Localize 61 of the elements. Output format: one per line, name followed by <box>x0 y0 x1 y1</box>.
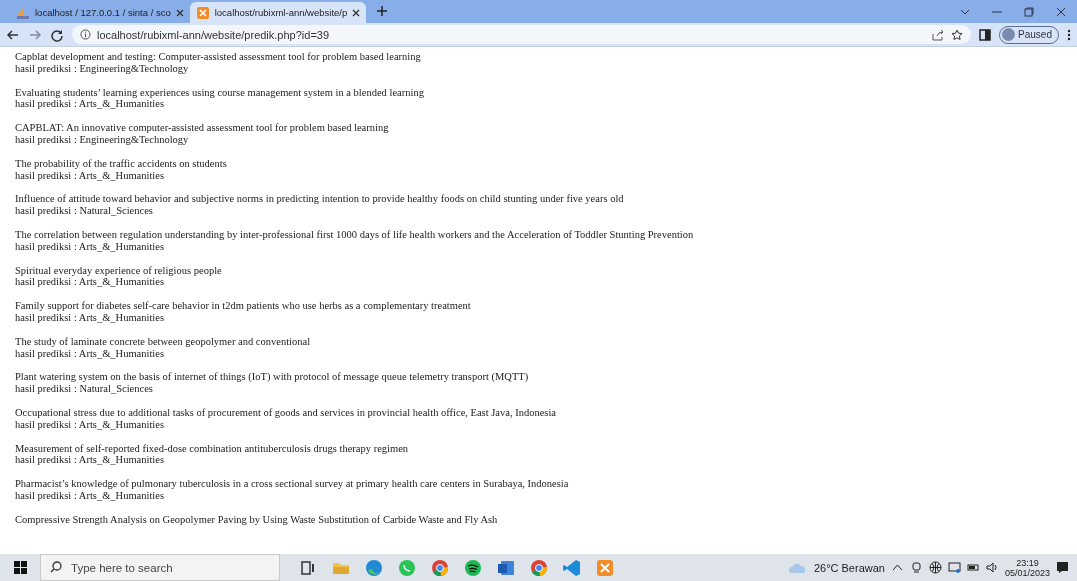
prediction-text: hasil prediksi : Arts_&_Humanities <box>15 240 166 253</box>
prediction-text: hasil prediksi : Engineering&Technology <box>15 62 190 75</box>
star-icon[interactable] <box>951 28 964 41</box>
prediction-text: hasil prediksi : Engineering&Technology <box>15 134 190 146</box>
close-icon[interactable] <box>352 8 361 17</box>
close-icon[interactable] <box>1056 6 1066 17</box>
code-editor-icon[interactable] <box>562 557 582 578</box>
display-icon[interactable] <box>947 561 961 574</box>
article-title: The study of laminate concrete between geopolymer and conventional <box>15 335 312 348</box>
article-title: Spiritual everyday experience of religious people <box>15 264 223 277</box>
speaker-icon[interactable] <box>985 561 999 574</box>
prediction-text: hasil prediksi : Arts_&_Humanities <box>15 311 166 324</box>
prediction-text: hasil prediksi : Arts_&_Humanities <box>15 276 166 289</box>
music-icon[interactable] <box>463 557 483 578</box>
browser-tab[interactable]: localhost/rubixml-ann/website/p <box>189 2 367 23</box>
menu-icon[interactable] <box>1067 28 1071 41</box>
prediction-text: hasil prediksi : Arts_&_Humanities <box>15 418 166 431</box>
share-icon[interactable] <box>932 28 946 41</box>
article-title: Occupational stress due to additional tasks of procurement of goods and services in provincial health office, East Java, Indonesia <box>15 406 557 419</box>
restore-icon[interactable] <box>1024 6 1034 17</box>
notification-icon[interactable] <box>1056 561 1069 574</box>
prediction-text: hasil prediksi : Natural_Sciences <box>15 205 154 217</box>
prediction-text: hasil prediksi : Arts_&_Humanities <box>15 454 166 467</box>
battery-icon[interactable] <box>966 561 980 574</box>
close-icon[interactable] <box>175 8 184 17</box>
url-text: localhost/rubixml-ann/website/predik.php?id=39 <box>97 28 330 41</box>
side-panel-icon[interactable] <box>979 28 992 41</box>
prediction-text: hasil prediksi : Arts_&_Humanities <box>15 169 166 182</box>
windows-start-icon[interactable] <box>13 561 27 574</box>
new-tab-icon[interactable] <box>376 4 389 17</box>
chrome-icon[interactable] <box>430 557 450 578</box>
xampp-icon <box>195 5 210 20</box>
article-title: The probability of the traffic accidents on students <box>15 157 228 170</box>
info-icon[interactable] <box>80 29 91 40</box>
globe-icon[interactable] <box>928 561 942 574</box>
address-bar[interactable]: localhost/rubixml-ann/website/predik.php?id=39 <box>72 25 972 44</box>
article-title: The correlation between regulation understanding by inter-professional first 1000 days of life health workers and the Acceleration of Toddler Stunting Prevention <box>15 228 695 241</box>
clock-date[interactable]: 05/01/2023 <box>1004 567 1050 578</box>
article-title: Family support for diabetes self-care behavior in t2dm patients who use herbs as a complementary treatment <box>15 300 472 312</box>
clock-time[interactable]: 23:19 <box>1016 557 1039 568</box>
prediction-text: hasil prediksi : Natural_Sciences <box>15 383 154 395</box>
article-title: Influence of attitude toward behavior and subjective norms in predicting intention to provide healthy foods on child stunting under five years old <box>15 193 625 206</box>
article-title: CAPBLAT: An innovative computer-assisted assessment tool for problem based learning <box>15 122 390 134</box>
article-title: Evaluating students’ learning experiences using course management system in a blended learning <box>15 86 425 99</box>
article-title: Capblat development and testing: Computer-assisted assessment tool for problem based learning <box>15 51 422 63</box>
back-arrow-icon[interactable] <box>6 27 20 42</box>
article-title: Measurement of self-reported fixed-dose combination antituberculosis drugs therapy regimen <box>15 442 410 455</box>
article-title: Pharmacist’s knowledge of pulmonary tuberculosis in a cross sectional survey at primary health care centers in Surabaya, Indonesia <box>15 478 570 490</box>
prediction-text: hasil prediksi : Arts_&_Humanities <box>15 489 166 502</box>
prediction-text: hasil prediksi : Arts_&_Humanities <box>15 98 166 111</box>
chevron-down-icon[interactable] <box>960 8 970 15</box>
search-field[interactable]: Type here to search <box>40 554 280 581</box>
weather-text[interactable]: 26°C Berawan <box>813 561 885 574</box>
reload-icon[interactable] <box>50 27 64 42</box>
article-title: Plant watering system on the basis of internet of things (IoT) with protocol of message queue telemetry transport (MQTT) <box>15 371 530 384</box>
browser-tab[interactable]: localhost / 127.0.0.1 / sinta / sco <box>10 2 190 23</box>
chrome-icon[interactable] <box>529 557 549 578</box>
article-title: Compressive Strength Analysis on Geopolymer Paving by Using Waste Substitution of Carbide Waste and Fly Ash <box>15 513 499 526</box>
search-icon <box>50 561 62 573</box>
prediction-text: hasil prediksi : Arts_&_Humanities <box>15 347 166 360</box>
forward-arrow-icon[interactable] <box>28 27 42 42</box>
